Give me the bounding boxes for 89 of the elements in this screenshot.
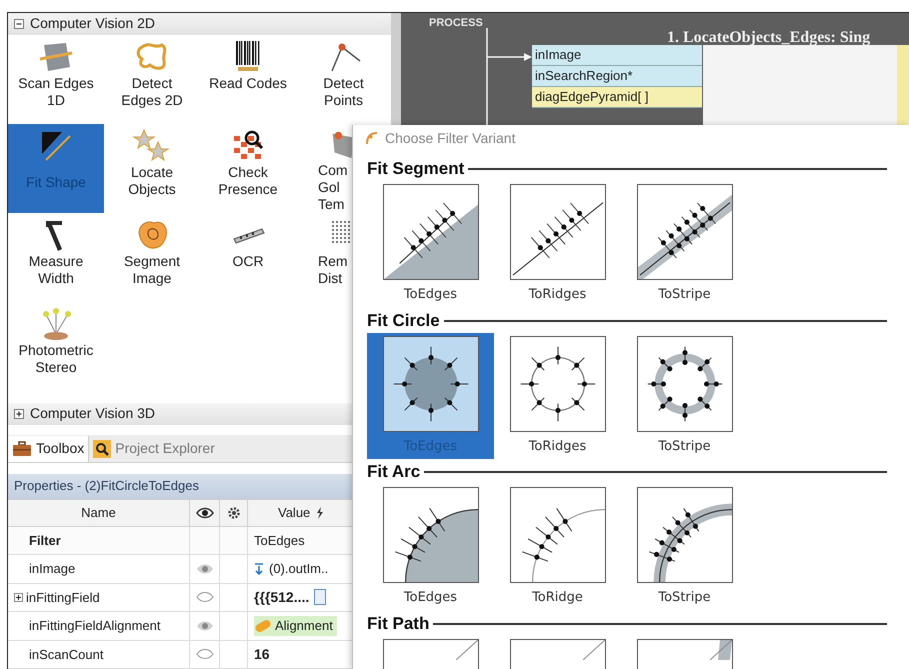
panel-tab[interactable]: Project Explorer: [89, 436, 219, 462]
variant-label: ToEdges: [404, 589, 458, 607]
tool-label: Scan Edges: [18, 74, 94, 92]
path-stripe-drawing: [710, 640, 732, 660]
variant-label: ToRidge: [532, 589, 583, 607]
property-value: ToEdges: [254, 532, 305, 550]
tool-label: Presence: [218, 180, 278, 198]
tool-item[interactable]: Read Codes: [200, 34, 296, 124]
tool-label: Detect: [323, 74, 364, 92]
stars-icon: [132, 128, 172, 164]
variant-label: ToStripe: [658, 286, 711, 304]
tool-item[interactable]: Scan Edges 1D: [8, 34, 104, 124]
tool-item[interactable]: Detect Points: [296, 34, 391, 124]
port[interactable]: inSearchRegion*: [532, 66, 702, 87]
property-name: inFittingField: [26, 588, 100, 607]
expand-icon[interactable]: [14, 592, 23, 602]
tool-label: Gol: [318, 178, 340, 196]
tool-label: 1D: [47, 92, 65, 109]
port[interactable]: diagEdgePyramid[ ]: [532, 87, 702, 108]
tool-label: Image: [132, 270, 172, 287]
group-title: Computer Vision 2D: [30, 14, 156, 34]
tool-label: Locate: [130, 164, 174, 181]
pill-icon: [254, 618, 272, 633]
lightning-icon: [316, 506, 324, 519]
alignment-chip: Alignment: [254, 616, 337, 636]
property-name: inFittingFieldAlignment: [29, 617, 161, 636]
section-heading: Fit Path: [367, 612, 430, 635]
briefcase-icon: [12, 440, 32, 457]
tool-label: Com: [318, 162, 348, 179]
variant-label: ToStripe: [658, 438, 711, 456]
link-arrow-icon: [254, 562, 264, 575]
tool-item[interactable]: OCR: [200, 212, 296, 302]
column-header: Value: [278, 504, 310, 522]
tool-label: Fit Shape: [26, 174, 86, 191]
tool-label: Points: [324, 92, 363, 109]
properties-title: Properties - (2)FitCircleToEdges: [14, 477, 199, 496]
tool-item[interactable]: Check Presence: [200, 124, 296, 213]
edit-icon[interactable]: [314, 589, 326, 606]
section-label: PROCESS: [429, 16, 483, 31]
tool-label: Dist: [318, 270, 342, 287]
tool-item[interactable]: Photometric Stereo: [8, 302, 104, 391]
tool-item[interactable]: Measure Width: [8, 212, 104, 302]
tool-label: Photometric: [18, 342, 94, 359]
tool-label: Objects: [128, 180, 176, 198]
property-value: {{{512....: [254, 588, 310, 607]
port[interactable]: inImage: [532, 45, 702, 66]
section-heading: Fit Arc: [367, 461, 420, 484]
variant-label: ToEdges: [404, 438, 458, 456]
group-header[interactable]: Computer Vision 2D: [8, 13, 391, 35]
search-icon: [93, 440, 112, 458]
property-value: 16: [254, 644, 270, 664]
tool-item[interactable]: Locate Objects: [104, 124, 200, 213]
tool-label: Segment: [124, 252, 180, 270]
tool-label: Detect: [132, 74, 172, 92]
variant-label: ToEdges: [404, 286, 458, 304]
expand-icon[interactable]: [14, 408, 24, 419]
collapse-icon[interactable]: [14, 18, 24, 29]
gear-icon[interactable]: [226, 506, 240, 520]
curve-icon: [365, 131, 379, 145]
group-title: Computer Vision 3D: [30, 404, 156, 424]
tool-label: OCR: [232, 252, 264, 270]
eye-outline-icon[interactable]: [196, 591, 214, 604]
variant-label: ToRidges: [528, 286, 586, 304]
variant-label: ToRidges: [528, 438, 586, 456]
tool-label: Width: [38, 270, 74, 287]
tool-item[interactable]: Detect Edges 2D: [104, 34, 200, 124]
path-ridges-drawing: [582, 640, 604, 660]
panel-tab[interactable]: Toolbox: [8, 436, 90, 462]
eye-icon[interactable]: [196, 506, 214, 519]
property-value: (0).outIm..: [269, 560, 328, 578]
section-heading: Fit Circle: [367, 310, 440, 332]
path-edges-drawing: [456, 640, 478, 660]
variant-label: ToStripe: [658, 589, 711, 607]
dialog-title: Choose Filter Variant: [385, 128, 516, 148]
tool-label: Rem: [318, 252, 348, 270]
tool-label: Edges 2D: [121, 92, 183, 109]
property-name: Filter: [29, 532, 61, 550]
eye-outline-icon[interactable]: [196, 648, 214, 660]
tool-item[interactable]: Segment Image: [104, 212, 200, 302]
property-name: inScanCount: [29, 646, 104, 664]
tool-label: Stereo: [35, 358, 77, 376]
tool-label: Check: [228, 164, 268, 181]
tool-label: Measure: [28, 252, 84, 270]
tool-label: Read Codes: [209, 74, 287, 92]
tool-label: Tem: [318, 196, 344, 213]
column-header: Name: [8, 500, 190, 526]
property-name: inImage: [29, 560, 76, 578]
section-heading: Fit Segment: [367, 158, 464, 180]
node-title: 1. LocateObjects_Edges: Sing: [667, 28, 870, 48]
